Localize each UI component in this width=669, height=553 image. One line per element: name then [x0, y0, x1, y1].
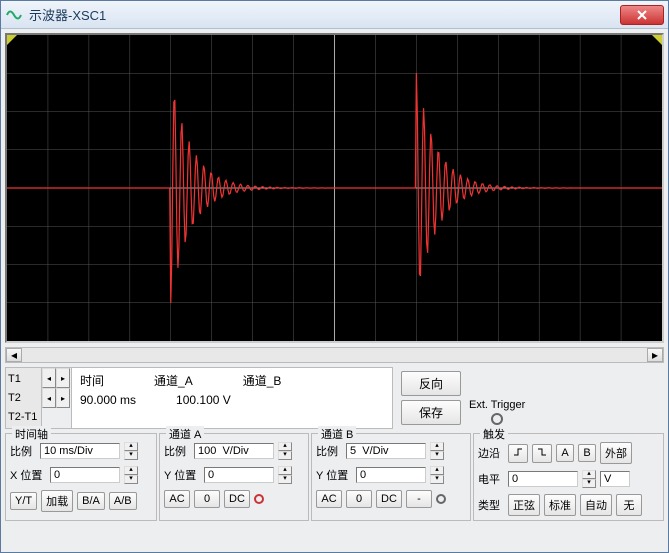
cha-ypos-spinner[interactable]: ▴▾ [278, 466, 292, 484]
header-cha: 通道_A [154, 372, 193, 389]
trigger-a-button[interactable]: A [556, 444, 574, 462]
trigger-ext-button[interactable]: 外部 [600, 442, 632, 464]
cha-scale-input[interactable] [194, 443, 274, 459]
scroll-track[interactable] [22, 348, 647, 362]
channel-a-fieldset: 通道 A 比例 ▴▾ Y 位置 ▴▾ AC 0 DC [159, 433, 309, 521]
ba-button[interactable]: B/A [77, 492, 105, 510]
cha-zero-button[interactable]: 0 [194, 490, 220, 508]
t2-left-button[interactable]: ◂ [42, 388, 56, 408]
trigger-std-button[interactable]: 标准 [544, 494, 576, 516]
readout-time: 90.000 ms [80, 393, 136, 407]
trigger-none-button[interactable]: 无 [616, 494, 642, 516]
trigger-level-label: 电平 [478, 471, 504, 487]
timebase-xpos-spinner[interactable]: ▴▾ [124, 466, 138, 484]
timebase-scale-label: 比例 [10, 443, 36, 459]
reverse-button[interactable]: 反向 [401, 371, 461, 396]
chb-scale-spinner[interactable]: ▴▾ [430, 442, 444, 460]
chb-zero-button[interactable]: 0 [346, 490, 372, 508]
falling-edge-icon [537, 447, 547, 457]
marker-top-right [652, 35, 662, 45]
ext-trigger-label: Ext. Trigger [469, 399, 525, 411]
scope-display [5, 33, 664, 343]
chb-minus-button[interactable]: - [406, 490, 432, 508]
cha-ypos-label: Y 位置 [164, 467, 200, 483]
close-icon [636, 9, 648, 21]
chb-scale-input[interactable] [346, 443, 426, 459]
marker-top-left [7, 35, 17, 45]
cursor-labels: T1 T2 T2-T1 [6, 368, 42, 428]
trigger-level-spinner[interactable]: ▴▾ [582, 470, 596, 488]
window-title: 示波器-XSC1 [29, 5, 620, 24]
rising-edge-icon [513, 447, 523, 457]
scroll-right-button[interactable]: ▸ [647, 348, 663, 362]
timebase-scale-spinner[interactable]: ▴▾ [124, 442, 138, 460]
trigger-b-button[interactable]: B [578, 444, 596, 462]
readout-cha: 100.100 V [176, 393, 231, 407]
yt-button[interactable]: Y/T [10, 492, 37, 510]
channel-b-fieldset: 通道 B 比例 ▴▾ Y 位置 ▴▾ AC 0 DC - [311, 433, 471, 521]
edge-rise-button[interactable] [508, 444, 528, 463]
edge-fall-button[interactable] [532, 444, 552, 463]
cursor-t2-label: T2 [8, 392, 39, 404]
horizontal-scrollbar[interactable]: ◂ ▸ [5, 347, 664, 363]
close-button[interactable] [620, 5, 664, 25]
chb-ypos-label: Y 位置 [316, 467, 352, 483]
ab-button[interactable]: A/B [109, 492, 137, 510]
cha-ypos-input[interactable] [204, 467, 274, 483]
chb-legend: 通道 B [318, 426, 356, 442]
side-buttons: 反向 保存 [401, 367, 461, 429]
timebase-xpos-input[interactable] [50, 467, 120, 483]
trigger-edge-label: 边沿 [478, 445, 504, 461]
cursor-panel: T1 T2 T2-T1 ◂▸ ◂▸ 时间 通道_A 通道_B 90.000 ms… [5, 367, 393, 429]
chb-ypos-input[interactable] [356, 467, 426, 483]
cha-scale-label: 比例 [164, 443, 190, 459]
ext-trigger-jack [491, 413, 503, 425]
trigger-type-label: 类型 [478, 497, 504, 513]
header-chb: 通道_B [243, 372, 282, 389]
add-button[interactable]: 加载 [41, 490, 73, 512]
cursor-diff-label: T2-T1 [8, 411, 39, 423]
trigger-level-unit[interactable] [600, 471, 630, 487]
scroll-left-button[interactable]: ◂ [6, 348, 22, 362]
trigger-fieldset: 触发 边沿 A B 外部 电平 ▴▾ 类型 正弦 标准 自动 无 [473, 433, 664, 521]
cha-dc-button[interactable]: DC [224, 490, 250, 508]
save-button[interactable]: 保存 [401, 400, 461, 425]
chb-scale-label: 比例 [316, 443, 342, 459]
chb-dc-button[interactable]: DC [376, 490, 402, 508]
timebase-xpos-label: X 位置 [10, 467, 46, 483]
cha-ac-button[interactable]: AC [164, 490, 190, 508]
app-icon [5, 6, 23, 24]
chb-ac-button[interactable]: AC [316, 490, 342, 508]
cha-scale-spinner[interactable]: ▴▾ [278, 442, 292, 460]
cursor-t1-label: T1 [8, 373, 39, 385]
trigger-legend: 触发 [480, 426, 508, 442]
cha-jack-icon [254, 494, 264, 504]
t1-right-button[interactable]: ▸ [56, 368, 70, 388]
titlebar: 示波器-XSC1 [1, 1, 668, 29]
trigger-sine-button[interactable]: 正弦 [508, 494, 540, 516]
cha-legend: 通道 A [166, 426, 204, 442]
scope-canvas [7, 35, 662, 341]
ext-trigger-panel: Ext. Trigger [469, 367, 525, 429]
timebase-legend: 时间轴 [12, 426, 51, 442]
trigger-level-input[interactable] [508, 471, 578, 487]
timebase-scale-input[interactable] [40, 443, 120, 459]
t1-left-button[interactable]: ◂ [42, 368, 56, 388]
cursor-arrows: ◂▸ ◂▸ [42, 368, 72, 428]
chb-ypos-spinner[interactable]: ▴▾ [430, 466, 444, 484]
oscilloscope-window: 示波器-XSC1 ◂ ▸ T1 T2 T2-T1 [0, 0, 669, 553]
t2-right-button[interactable]: ▸ [56, 388, 70, 408]
chb-jack-icon [436, 494, 446, 504]
header-time: 时间 [80, 372, 104, 389]
trigger-auto-button[interactable]: 自动 [580, 494, 612, 516]
cursor-readout: 时间 通道_A 通道_B 90.000 ms 100.100 V [72, 368, 392, 428]
timebase-fieldset: 时间轴 比例 ▴▾ X 位置 ▴▾ Y/T 加载 B/A A/B [5, 433, 157, 521]
